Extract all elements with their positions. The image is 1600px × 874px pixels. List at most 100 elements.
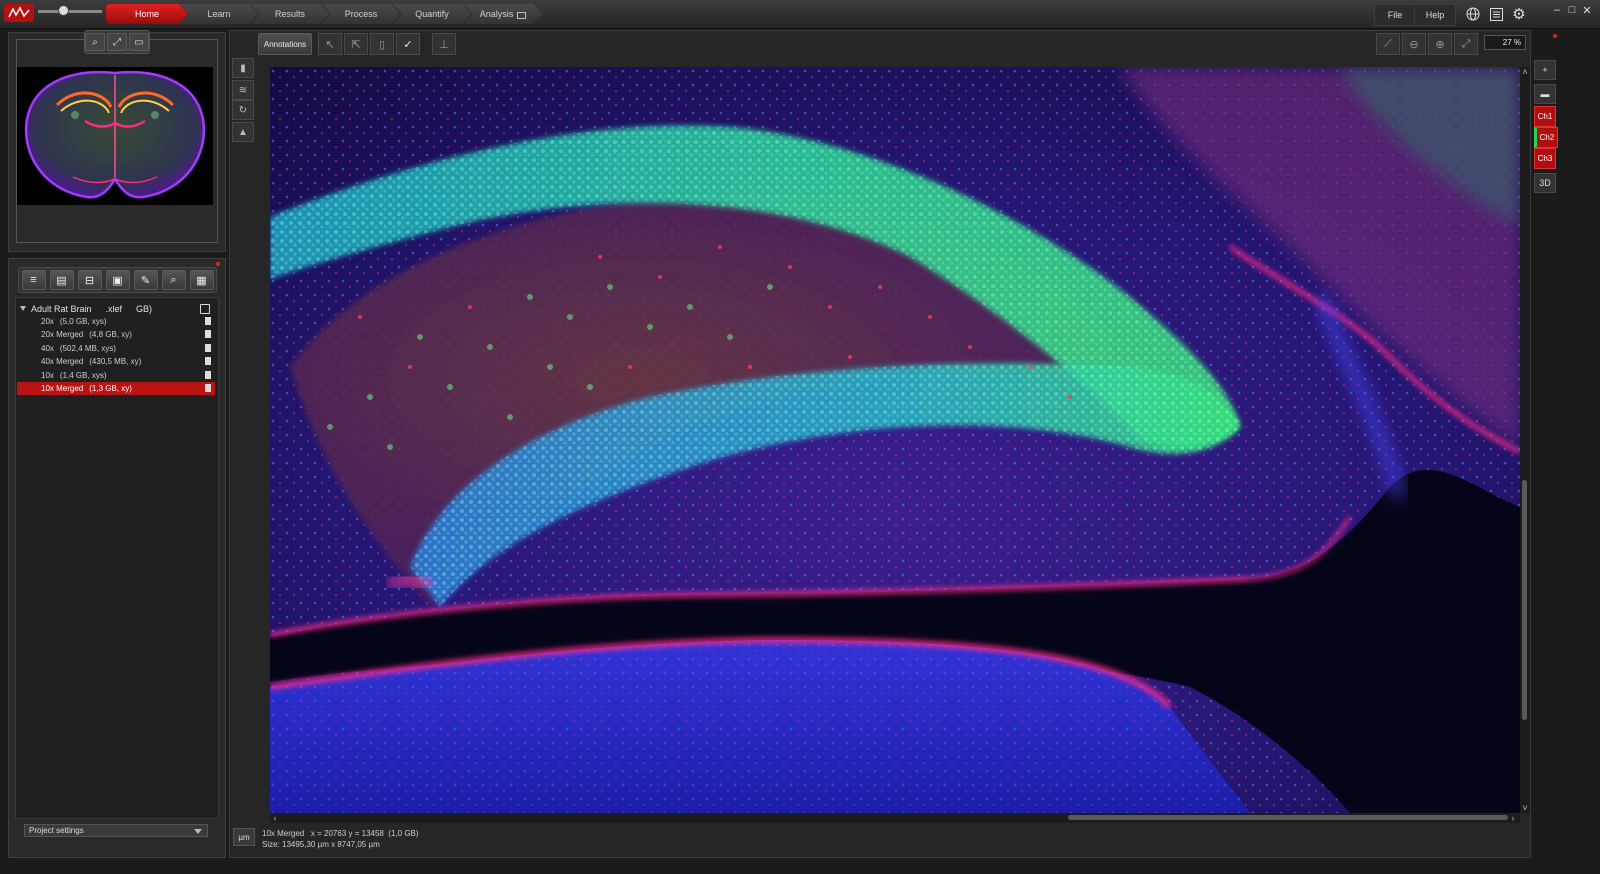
document-icon (205, 384, 211, 392)
unit-label: µm (238, 832, 250, 842)
database-icon (200, 304, 210, 314)
add-button[interactable]: + (1534, 60, 1556, 80)
tree-item-label: 10x (41, 371, 54, 380)
tree-item-label: 10x Merged (41, 384, 84, 393)
tree-item-label: 20x (41, 317, 54, 326)
select-tool-icon[interactable]: ↖ (318, 33, 342, 55)
edit-icon[interactable]: ✎ (133, 270, 158, 290)
tab-analysis[interactable]: Analysis (464, 4, 542, 24)
zoom-level-field[interactable]: 27 % (1484, 35, 1526, 50)
save-icon[interactable]: ▣ (105, 270, 130, 290)
document-icon (205, 371, 211, 379)
minimize-button[interactable]: – (1550, 3, 1564, 17)
tree-item-info: (430,5 MB, xy) (89, 357, 142, 366)
status-position: 10x Merged x = 20763 y = 13458 (1,0 GB) (262, 829, 419, 838)
multi-select-icon[interactable]: ⇱ (344, 33, 368, 55)
fit-to-screen-icon[interactable]: ⤢ (1454, 33, 1478, 55)
logo (4, 4, 34, 22)
search-icon[interactable]: ⌕ (161, 270, 186, 290)
measure-ruler-icon[interactable]: ⟋ (1376, 33, 1400, 55)
notification-dot (216, 262, 220, 266)
project-settings-dropdown[interactable]: Project settings (24, 824, 208, 837)
scroll-right-icon[interactable]: › (1508, 813, 1518, 823)
zoom-to-region-icon[interactable]: ⌕ (85, 33, 105, 51)
tree-item[interactable]: 20x (5,0 GB, xys) (17, 315, 215, 328)
open-folder-icon[interactable]: ⊟ (77, 270, 102, 290)
histogram-icon[interactable]: ▲ (232, 122, 254, 142)
fit-view-icon[interactable]: ⤢ (107, 33, 127, 51)
tab-home[interactable]: Home (106, 4, 188, 24)
tab-process[interactable]: Process (322, 4, 400, 24)
scroll-left-icon[interactable]: ‹ (270, 813, 280, 823)
tab-results-label: Results (274, 9, 305, 19)
tab-learn[interactable]: Learn (180, 4, 258, 24)
channel-3-button[interactable]: Ch3 (1534, 148, 1556, 169)
tree-item[interactable]: 10x (1,4 GB, xys) (17, 369, 215, 382)
annotations-button[interactable]: Annotations (258, 33, 312, 55)
tree-item[interactable]: 40x Merged (430,5 MB, xy) (17, 355, 215, 368)
checkmark-icon[interactable]: ✓ (396, 33, 420, 55)
scroll-down-icon[interactable]: ˅ (1520, 803, 1530, 813)
tab-results[interactable]: Results (251, 4, 329, 24)
delete-icon[interactable]: ▯ (370, 33, 394, 55)
tree-item-info: (4,8 GB, xy) (89, 330, 132, 339)
channel-display-icon[interactable]: ▮ (232, 58, 254, 78)
annotations-label: Annotations (263, 39, 307, 49)
tree-item[interactable]: 20x Merged (4,8 GB, xy) (17, 328, 215, 341)
refresh-icon[interactable]: ↻ (232, 100, 254, 120)
channel-1-label: Ch1 (1537, 112, 1553, 121)
unit-button[interactable]: µm (233, 828, 255, 846)
3d-button[interactable]: 3D (1534, 173, 1556, 193)
project-toolbar: ≡ ▤ ⊟ ▣ ✎ ⌕ ▦ (18, 267, 217, 293)
close-button[interactable]: ✕ (1580, 3, 1594, 17)
tab-learn-label: Learn (207, 9, 231, 19)
tree-item-info: (1,4 GB, xys) (59, 371, 107, 380)
channel-2-label: Ch2 (1539, 133, 1555, 142)
tab-process-label: Process (344, 9, 378, 19)
project-name: Adult Rat Brain (31, 303, 92, 314)
new-project-icon[interactable]: ≡ (21, 270, 46, 290)
chevron-down-icon (194, 829, 202, 834)
layers-icon[interactable]: ≋ (232, 80, 254, 100)
opacity-slider-track[interactable] (38, 10, 102, 13)
tree-item[interactable]: 40x (502,4 MB, xys) (17, 342, 215, 355)
tree-root-project[interactable]: Adult Rat Brain .xlef GB) (18, 302, 212, 315)
grid-view-icon[interactable]: ▦ (189, 270, 214, 290)
tree-item-info: (502,4 MB, xys) (59, 344, 116, 353)
monitor-icon[interactable]: ▭ (129, 33, 149, 51)
globe-icon[interactable] (1465, 6, 1481, 22)
tab-quantify[interactable]: Quantify (393, 4, 471, 24)
zoom-in-icon[interactable]: ⊕ (1428, 33, 1452, 55)
tree-item-info: (5,0 GB, xys) (59, 317, 107, 326)
status-size: Size: 13495,30 µm x 8747,05 µm (262, 840, 380, 849)
add-label: + (1542, 65, 1548, 75)
scroll-up-icon[interactable]: ˄ (1520, 67, 1530, 77)
panel-toggle-icon[interactable]: ▬ (1534, 84, 1556, 104)
channel-1-button[interactable]: Ch1 (1534, 106, 1556, 127)
maximize-button[interactable]: □ (1565, 3, 1579, 17)
zoom-out-icon[interactable]: ⊖ (1402, 33, 1426, 55)
tree-item-selected[interactable]: 10x Merged (1,3 GB, xy) (17, 382, 215, 395)
tab-quantify-label: Quantify (415, 9, 449, 19)
baseline-tool-icon[interactable]: ⊥ (432, 33, 456, 55)
channel-2-button[interactable]: Ch2 (1534, 127, 1558, 148)
help-menu[interactable]: Help (1414, 4, 1456, 26)
project-size: GB) (136, 303, 153, 314)
tree-item-info: (1,3 GB, xy) (89, 384, 132, 393)
horizontal-scroll-thumb[interactable] (1068, 815, 1508, 820)
opacity-slider-knob[interactable] (58, 5, 69, 16)
file-menu[interactable]: File (1374, 4, 1416, 26)
overview-thumbnail[interactable] (17, 67, 213, 205)
new-document-icon[interactable]: ▤ (49, 270, 74, 290)
help-menu-label: Help (1425, 10, 1445, 20)
gear-icon[interactable]: ⚙ (1511, 6, 1527, 23)
tree-item-label: 40x (41, 344, 54, 353)
document-icon (205, 317, 211, 325)
vertical-scroll-thumb[interactable] (1522, 480, 1527, 720)
expand-triangle-icon[interactable] (20, 306, 26, 311)
list-icon[interactable] (1488, 6, 1504, 22)
document-icon (205, 357, 211, 365)
microscopy-image[interactable] (270, 67, 1520, 813)
document-icon (205, 344, 211, 352)
file-menu-label: File (1387, 10, 1403, 20)
